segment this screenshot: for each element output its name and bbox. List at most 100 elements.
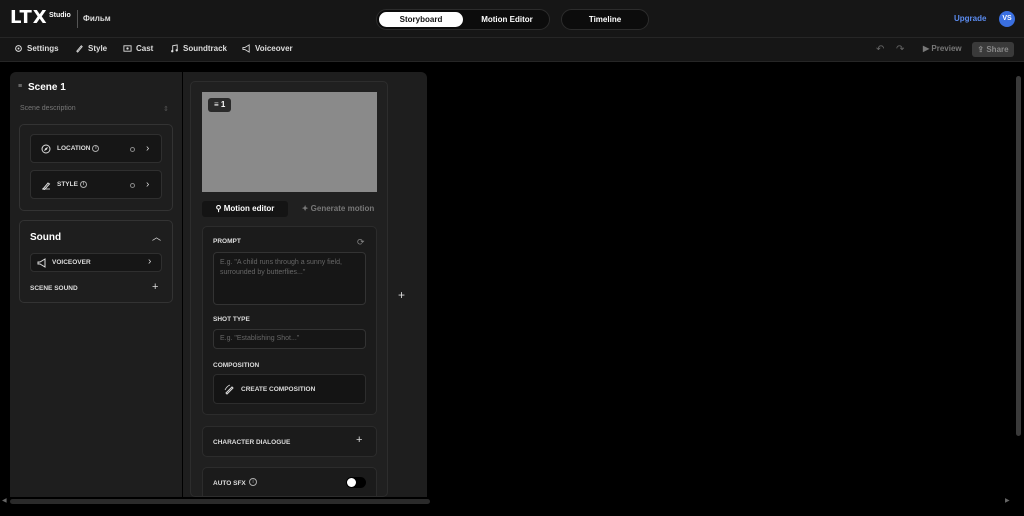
chevron-right-icon: ›: [146, 143, 150, 154]
shot-type-label: SHOT TYPE: [213, 316, 250, 323]
toggle-knob: [347, 478, 356, 487]
style-button[interactable]: Style: [75, 44, 107, 53]
status-dot-icon: [130, 183, 135, 188]
preview-label: Preview: [931, 44, 962, 53]
info-icon[interactable]: i: [79, 181, 87, 188]
auto-sfx-label: AUTO SFX: [213, 480, 246, 487]
megaphone-icon: [37, 258, 46, 268]
prompt-input[interactable]: E.g. "A child runs through a sunny field…: [213, 252, 366, 305]
brush-icon: [76, 45, 83, 53]
upload-icon: ⇪: [977, 45, 987, 54]
avatar[interactable]: VS: [999, 11, 1015, 27]
refresh-icon[interactable]: ⟳: [357, 237, 365, 248]
gear-icon: [15, 45, 22, 52]
toolbar: Settings Style Cast Soundtrack Voiceover…: [0, 38, 1024, 62]
chevron-up-icon[interactable]: ︿: [152, 230, 161, 243]
cast-button[interactable]: Cast: [123, 44, 153, 53]
divider: [77, 10, 78, 28]
info-icon[interactable]: i: [92, 145, 100, 152]
status-dot-icon: [130, 147, 135, 152]
voiceover-row[interactable]: VOICEOVER ›: [30, 253, 162, 272]
voiceover-label: Voiceover: [255, 44, 293, 53]
drag-handle-icon[interactable]: ≡: [18, 83, 22, 90]
shot-card: ≡ 1 ⚲ Motion editor ✦ Generate motion PR…: [190, 81, 388, 497]
scroll-left-icon[interactable]: ◀: [2, 497, 7, 504]
voiceover-row-label: VOICEOVER: [52, 259, 91, 266]
chevron-right-icon: ›: [146, 179, 150, 190]
scrollbar-thumb[interactable]: [10, 499, 430, 504]
auto-sfx-section: AUTO SFX i: [202, 467, 377, 496]
voiceover-button[interactable]: Voiceover: [242, 44, 293, 53]
scroll-right-icon[interactable]: ▶: [1005, 497, 1010, 504]
tab-storyboard[interactable]: Storyboard: [379, 12, 463, 27]
redo-icon[interactable]: ↷: [896, 44, 904, 55]
soundtrack-button[interactable]: Soundtrack: [170, 44, 227, 53]
location-row[interactable]: LOCATION i ›: [30, 134, 162, 163]
cast-icon: [123, 45, 132, 52]
app-logo[interactable]: LTX: [10, 9, 48, 27]
auto-sfx-toggle[interactable]: [346, 477, 366, 488]
share-button[interactable]: ⇪ Share: [972, 42, 1014, 57]
info-icon[interactable]: i: [249, 478, 257, 486]
timeline-switch: Timeline: [561, 9, 649, 30]
sound-title: Sound: [30, 232, 62, 243]
horizontal-scrollbar[interactable]: ◀ ▶: [0, 497, 1015, 506]
character-dialogue-section[interactable]: CHARACTER DIALOGUE +: [202, 426, 377, 457]
prompt-label: PROMPT: [213, 238, 241, 245]
shot-number-badge[interactable]: ≡ 1: [208, 98, 232, 112]
upgrade-link[interactable]: Upgrade: [954, 14, 986, 23]
top-bar: LTX Studio Фильм Storyboard Motion Edito…: [0, 0, 1024, 38]
tab-timeline[interactable]: Timeline: [564, 12, 646, 27]
add-scene-sound-button[interactable]: +: [152, 281, 158, 293]
shot-panel: ≡ 1 ⚲ Motion editor ✦ Generate motion PR…: [183, 72, 427, 497]
brush-icon: [42, 182, 51, 190]
scene-panel: ≡ Scene 1 Scene description ⇕ LOCATION i …: [10, 72, 182, 497]
soundtrack-label: Soundtrack: [183, 44, 228, 53]
create-composition-label: CREATE COMPOSITION: [241, 386, 316, 393]
app-logo-sub: Studio: [49, 12, 71, 19]
scene-sound-label: SCENE SOUND: [30, 285, 78, 292]
scene-title-text: Scene 1: [28, 82, 66, 93]
shot-number: 1: [220, 100, 226, 109]
shot-type-input[interactable]: E.g. "Establishing Shot...": [213, 329, 366, 349]
tab-generate-motion-label: Generate motion: [310, 204, 375, 213]
undo-icon[interactable]: ↶: [876, 44, 884, 55]
preview-button[interactable]: ▶ Preview: [923, 44, 962, 53]
cast-label: Cast: [136, 44, 154, 53]
style-label: Style: [88, 44, 108, 53]
prompt-section: PROMPT ⟳ E.g. "A child runs through a su…: [202, 226, 377, 415]
chevron-right-icon: ›: [148, 256, 152, 267]
resize-handle-icon[interactable]: ⇕: [163, 105, 169, 113]
sparkle-icon: ✦: [301, 204, 311, 213]
music-icon: [171, 44, 178, 53]
add-shot-button[interactable]: +: [398, 288, 405, 302]
share-label: Share: [986, 45, 1009, 54]
view-switcher: Storyboard Motion Editor: [376, 9, 550, 30]
settings-label: Settings: [27, 44, 59, 53]
megaphone-icon: [242, 44, 250, 53]
magic-wand-icon: ⚲: [215, 204, 224, 213]
location-label: LOCATION i: [57, 145, 100, 153]
character-dialogue-label: CHARACTER DIALOGUE: [213, 439, 291, 446]
pencil-icon: [224, 384, 234, 395]
composition-label: COMPOSITION: [213, 362, 260, 369]
scrollbar-thumb[interactable]: [1016, 76, 1021, 436]
tab-motion-editor[interactable]: ⚲ Motion editor: [202, 201, 288, 217]
style-label: STYLE i: [57, 181, 87, 188]
compass-icon: [41, 144, 51, 154]
scene-settings-group: LOCATION i › STYLE i ›: [19, 124, 173, 211]
drag-handle-icon: ≡: [214, 100, 221, 109]
tab-motion-editor[interactable]: Motion Editor: [465, 12, 549, 27]
style-label-text: STYLE: [57, 181, 78, 189]
location-label-text: LOCATION: [57, 145, 91, 153]
tab-generate-motion[interactable]: ✦ Generate motion: [297, 201, 379, 217]
project-name[interactable]: Фильм: [83, 14, 111, 23]
shot-thumbnail[interactable]: ≡ 1: [202, 92, 377, 192]
add-dialogue-button[interactable]: +: [356, 434, 362, 446]
vertical-scrollbar[interactable]: [1015, 66, 1022, 496]
scene-title[interactable]: ≡ Scene 1: [18, 82, 66, 93]
create-composition-button[interactable]: CREATE COMPOSITION: [213, 374, 366, 404]
scene-description-input[interactable]: Scene description: [20, 105, 76, 112]
settings-button[interactable]: Settings: [14, 44, 59, 53]
style-row[interactable]: STYLE i ›: [30, 170, 162, 199]
